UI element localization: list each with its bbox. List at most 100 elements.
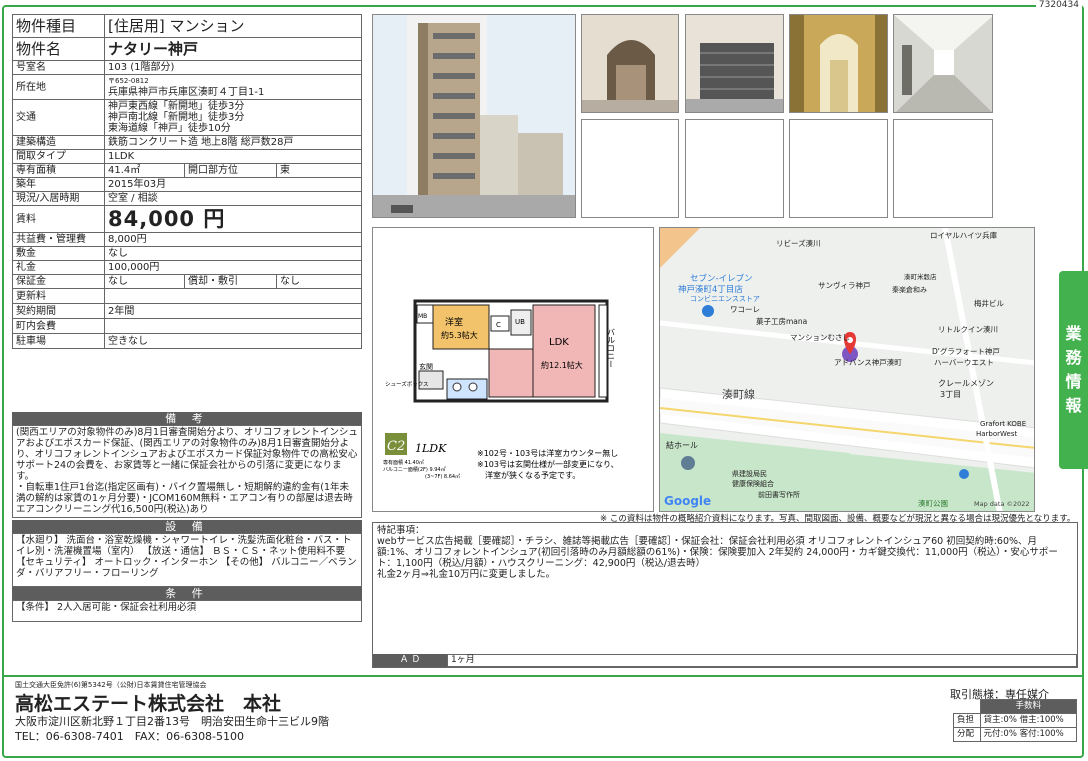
label-key-money: 礼金 <box>12 260 105 275</box>
document-id: 7320434 <box>1035 0 1082 10</box>
side-tab-char: 報 <box>1065 396 1082 415</box>
value-association <box>104 318 362 334</box>
map-label: D'グラフォート神戸 <box>932 347 1000 356</box>
zip-code: 〒652-0812 <box>108 77 149 85</box>
business-info-tab[interactable]: 業 務 情 報 <box>1059 271 1088 469</box>
location-map[interactable]: リビーズ湊川 ロイヤルハイツ兵庫 セブン-イレブン 神戸湊町4丁目店 コンビニエ… <box>659 227 1035 512</box>
access-line: 東海道線「神戸」徒歩10分 <box>108 123 231 134</box>
room-ub-label: UB <box>515 318 525 326</box>
map-label: ワコーレ <box>730 305 760 314</box>
hallway-photo <box>789 14 888 113</box>
equipment-text: 【水廻り】 洗面台・浴室乾燥機・シャワートイレ・洗髪洗面化粧台・バス・トイレ別・… <box>12 533 362 587</box>
side-tab-char: 業 <box>1065 324 1082 343</box>
photo-slot-empty <box>685 119 784 218</box>
conditions-header: 条 件 <box>12 587 362 600</box>
room-western-size: 約5.3帖大 <box>441 330 478 340</box>
label-status: 現況/入居時期 <box>12 191 105 206</box>
label-amortize: 償却・敷引 <box>184 274 277 289</box>
map-label: リトルクイン湊川 <box>938 325 998 334</box>
label-guarantee: 保証金 <box>12 274 105 289</box>
company-phone: TEL：06-6308-7401 FAX：06-6308-5100 <box>15 730 245 743</box>
access-line: 神戸東西線「新開地」徒歩3分 <box>108 101 245 112</box>
map-label: HarborWest <box>976 430 1018 438</box>
value-layout: 1LDK <box>104 149 362 164</box>
footer-divider <box>3 675 1083 677</box>
side-tab-char: 務 <box>1065 348 1082 367</box>
value-room: 103 (1階部分) <box>104 60 362 75</box>
label-rent: 賃料 <box>12 205 105 233</box>
label-common-fee: 共益費・管理費 <box>12 232 105 247</box>
label-built: 築年 <box>12 177 105 192</box>
fee-header: 手数料 <box>979 699 1078 714</box>
map-attribution: Map data ©2022 <box>974 500 1030 508</box>
building-exterior-photo <box>372 14 576 218</box>
value-name: ナタリー神戸 <box>104 37 362 61</box>
map-label: 結ホール <box>666 441 698 450</box>
label-access: 交通 <box>12 99 105 136</box>
floorplan-note: 洋室が狭くなる予定です。 <box>485 470 580 480</box>
spec-row: 専有面積 41.40㎡ <box>383 459 424 466</box>
map-label: 湊町米穀店 <box>904 273 937 281</box>
fee-table: 手数料 負担 貸主:0% 借主:100% 分配 元付:0% 客付:100% <box>953 699 1078 742</box>
value-common-fee: 8,000円 <box>104 232 362 247</box>
value-contract: 2年間 <box>104 303 362 319</box>
access-line: 神戸南北線「新開地」徒歩3分 <box>108 112 245 123</box>
room-ldk-label: LDK <box>549 337 569 348</box>
special-notes-title: 特記事項： <box>377 525 425 536</box>
room-entrance-label: 玄関 <box>419 362 433 371</box>
value-structure: 鉄筋コンクリート造 地上8階 総戸数28戸 <box>104 135 362 150</box>
room-western-label: 洋室 <box>445 316 463 328</box>
company-address: 大阪市淀川区新北野１丁目2番13号 明治安田生命十三ビル9階 <box>15 715 329 728</box>
value-key-money: 100,000円 <box>104 260 362 275</box>
fee-row-value: 貸主:0% 借主:100% <box>979 713 1078 728</box>
fee-row-label: 分配 <box>953 727 981 742</box>
ad-bar: Ａ Ｄ 1ヶ月 <box>373 654 1077 667</box>
label-room: 号室名 <box>12 60 105 75</box>
map-label: ハーバーウエスト <box>934 358 994 367</box>
google-logo: Google <box>664 494 712 508</box>
map-label: 梅井ビル <box>974 299 1004 308</box>
spec-row: (3~7F) 8.64㎡ <box>425 473 460 480</box>
map-label: ロイヤルハイツ兵庫 <box>930 231 998 240</box>
fee-row-value: 元付:0% 客付:100% <box>979 727 1078 742</box>
photo-slot-empty <box>789 119 888 218</box>
special-notes-text: webサービス広告掲載［要確認］・チラシ、雑誌等掲載広告［要確認］・保証会社：保… <box>377 536 1058 580</box>
map-label: アドバンス神戸湊町 <box>834 358 902 367</box>
special-notes: 特記事項： webサービス広告掲載［要確認］・チラシ、雑誌等掲載広告［要確認］・… <box>372 522 1078 668</box>
value-renewal <box>104 288 362 304</box>
map-label: 秦楽倉和み <box>892 286 927 294</box>
label-renewal: 更新料 <box>12 288 105 304</box>
map-label: 湊町線 <box>722 388 755 401</box>
map-label: Grafort KOBE <box>980 420 1027 428</box>
label-area: 専有面積 <box>12 163 105 178</box>
value-built: 2015年03月 <box>104 177 362 192</box>
map-label: 3丁目 <box>940 390 962 399</box>
ad-label: Ａ Ｄ <box>373 654 447 667</box>
unit-type-code: C2 <box>387 439 405 454</box>
map-label: 県建設局民 <box>732 470 767 478</box>
label-structure: 建築構造 <box>12 135 105 150</box>
label-type: 物件種目 <box>12 14 105 38</box>
remarks-header: 備 考 <box>12 412 362 425</box>
value-parking: 空きなし <box>104 333 362 349</box>
floorplan-note: ※103号は玄関仕様が一部変更になり、 <box>477 459 619 469</box>
value-orientation: 東 <box>276 163 362 178</box>
label-name: 物件名 <box>12 37 105 61</box>
equipment-header: 設 備 <box>12 520 362 533</box>
spec-row: バルコニー面積(2F) 9.94㎡ <box>383 466 446 473</box>
map-label: 菓子工房mana <box>756 317 808 326</box>
entrance-photo <box>581 14 679 113</box>
label-parking: 駐車場 <box>12 333 105 349</box>
room-c-label: C <box>496 321 501 329</box>
side-tab-char: 情 <box>1065 372 1082 391</box>
value-guarantee: なし <box>104 274 185 289</box>
room-mb-label: MB <box>418 313 427 320</box>
map-label: マンションむさし <box>790 333 850 342</box>
unit-layout: 1LDK <box>415 442 447 455</box>
conditions-text: 【条件】 2人入居可能・保証会社利用必須 <box>12 600 362 622</box>
company-name: 高松エステート株式会社 本社 <box>15 693 282 715</box>
garage-photo <box>685 14 784 113</box>
map-label: 湊町公園 <box>918 499 948 508</box>
floorplan: 洋室 約5.3帖大 LDK 約12.1帖大 MB UB C 玄関 シューズボック… <box>372 227 654 512</box>
value-area: 41.4㎡ <box>104 163 185 178</box>
